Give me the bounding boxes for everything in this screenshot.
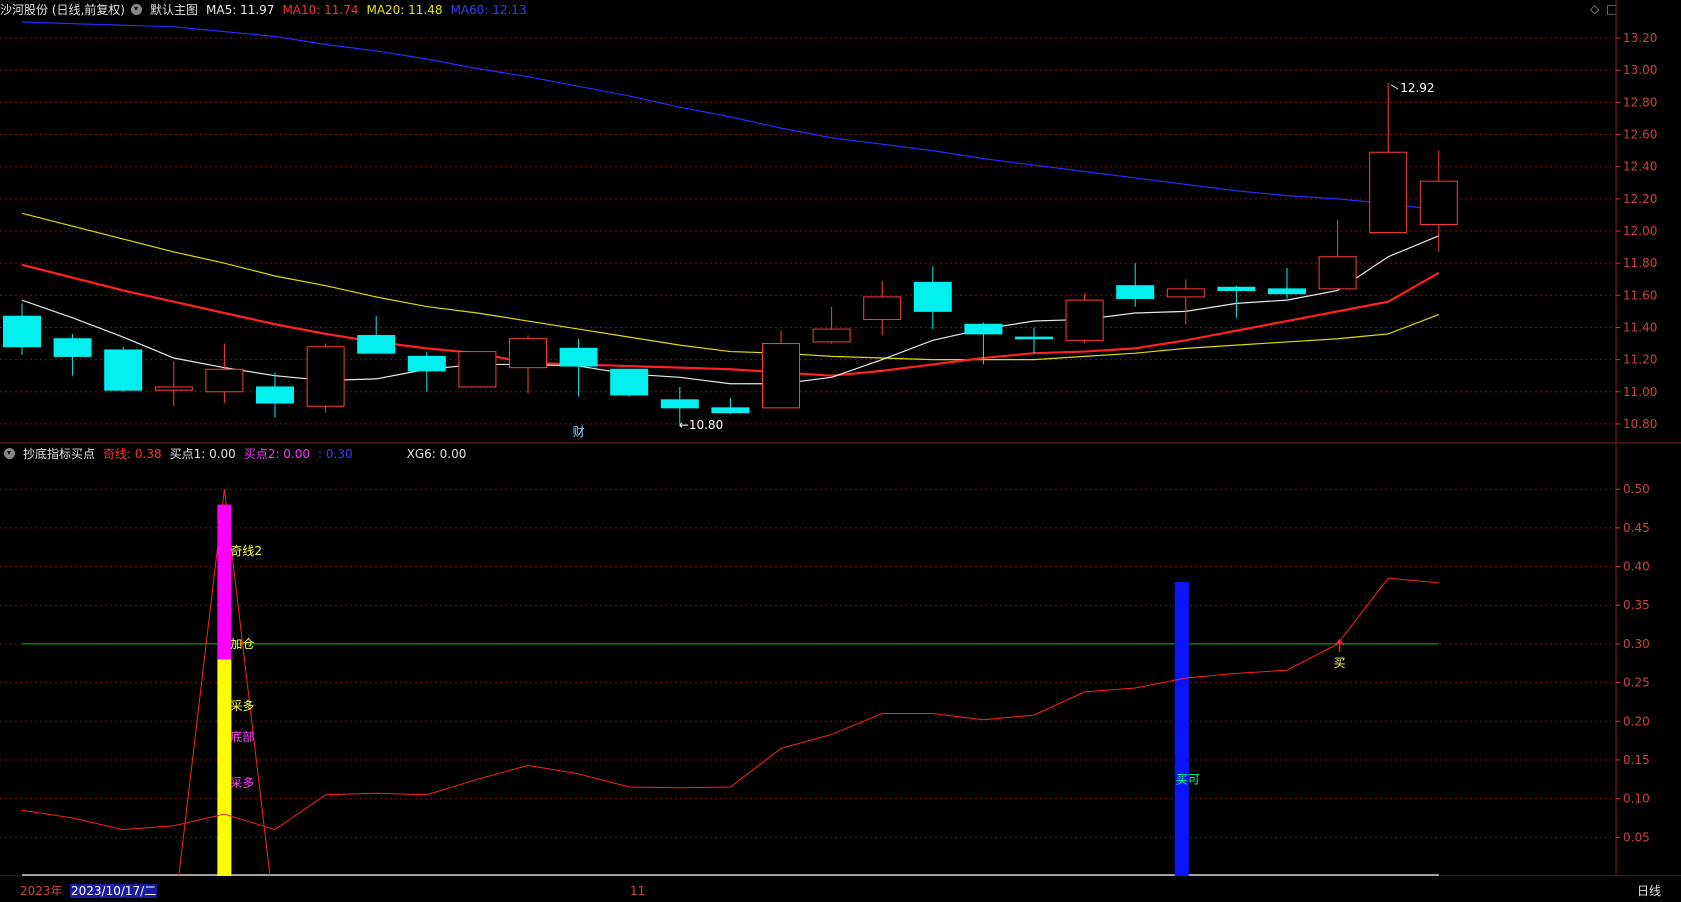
blue-signal-bar [1174, 582, 1189, 876]
candle-body-up [812, 328, 851, 343]
indicator-axis-label: 0.50 [1623, 482, 1650, 496]
price-axis-label: 11.60 [1623, 288, 1657, 302]
jiacang-label: 加仓 [230, 637, 254, 651]
candle-body-down [357, 335, 396, 354]
candle-body-down [913, 281, 952, 312]
candle-body-up [1318, 256, 1357, 290]
caiduo-label-1: 采多 [230, 699, 254, 713]
spike-magenta-bar [217, 504, 232, 660]
high-price-label: 12.92 [1400, 81, 1434, 95]
candle-body-up [1419, 180, 1458, 226]
ma60-line [21, 21, 1439, 211]
candle-body-up [863, 296, 902, 320]
price-axis-label: 12.60 [1623, 128, 1657, 142]
low-price-label: ←10.80 [679, 418, 723, 432]
indicator-axis-label: 0.35 [1623, 598, 1650, 612]
price-axis-label: 12.00 [1623, 224, 1657, 238]
dibu-label: 底部 [230, 729, 254, 744]
candle-body-up [762, 343, 800, 409]
candle-body-up [458, 351, 497, 388]
spike-yellow-bar [217, 659, 232, 876]
stock-chart-window: 沙河股份 (日线,前复权) 默认主图 MA5: 11.97 MA10: 11.74 MA… [0, 0, 1681, 902]
candle-body-up [509, 338, 547, 369]
candle-body-down [964, 323, 1003, 335]
price-axis-label: 12.80 [1623, 95, 1657, 109]
candle-body-down [711, 407, 750, 414]
price-axis-label: 12.20 [1623, 192, 1657, 206]
buy-label: 买 [1334, 656, 1346, 670]
candle-body-down [1116, 285, 1155, 300]
cursor-date-label: 2023/10/17/二 [70, 884, 158, 898]
candle-body-down [1015, 336, 1053, 340]
indicator-axis-label: 0.30 [1623, 637, 1650, 651]
indicator-axis-label: 0.40 [1623, 560, 1650, 574]
price-axis-label: 11.80 [1623, 256, 1657, 270]
indicator-axis-label: 0.25 [1623, 676, 1650, 690]
candle-body-down [1217, 286, 1256, 291]
price-axis-label: 13.00 [1623, 63, 1657, 77]
month-label: 11 [630, 884, 646, 898]
ma20-line [21, 212, 1440, 361]
candle-body-down [104, 349, 143, 391]
price-axis-label: 13.20 [1623, 31, 1657, 45]
candle-body-up [1065, 299, 1104, 341]
high-marker [1390, 84, 1399, 90]
caiduo-label-2: 采多 [230, 776, 254, 790]
indicator-axis-label: 0.05 [1623, 830, 1650, 844]
price-axis-label: 12.40 [1623, 160, 1657, 174]
candle-body-down [3, 315, 41, 348]
indicator-axis-label: 0.15 [1623, 753, 1650, 767]
candle-body-down [660, 399, 699, 409]
indicator-axis-label: 0.20 [1623, 714, 1650, 728]
indicator-axis-label: 0.45 [1623, 521, 1650, 535]
chart-canvas[interactable]: 13.20 13.00 12.80 12.60 12.40 12.20 12.00 11.80… [0, 0, 1681, 902]
time-bar: 2023年 2023/10/17/二 11 日线 [0, 876, 1681, 902]
candle-body-up [1369, 151, 1408, 234]
price-axis-label: 10.80 [1623, 417, 1657, 431]
price-axis-label: 11.00 [1623, 385, 1657, 399]
ma5-line [21, 235, 1440, 385]
finance-marker[interactable]: 财 [573, 425, 585, 439]
candle-body-down [53, 338, 92, 357]
indicator-axis-label: 0.10 [1623, 792, 1650, 806]
ma10-line [21, 263, 1440, 377]
candle-body-down [1268, 288, 1306, 295]
candle-body-up [306, 346, 345, 407]
year-label: 2023年 [20, 884, 63, 898]
period-label[interactable]: 日线 [1637, 884, 1661, 898]
candle-body-down [610, 368, 649, 396]
candle-body-up [205, 368, 244, 393]
candle-body-up [1166, 288, 1205, 298]
price-axis-label: 11.20 [1623, 353, 1657, 367]
candle-body-down [407, 355, 446, 372]
qx2-label: 奇线2 [230, 544, 262, 558]
candle-body-down [256, 386, 294, 404]
maike-label: 买可 [1176, 772, 1200, 786]
candle-body-down [559, 347, 598, 367]
price-axis-label: 11.40 [1623, 320, 1657, 334]
candle-body-up [154, 386, 193, 391]
